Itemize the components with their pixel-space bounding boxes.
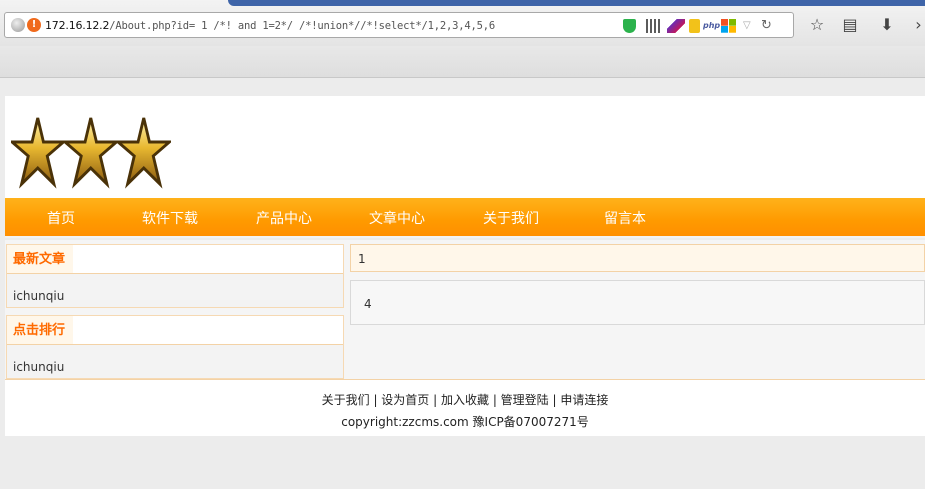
nav-item-guestbook[interactable]: 留言本: [604, 198, 646, 238]
nav-item-articles[interactable]: 文章中心: [369, 198, 425, 238]
footer-links: 关于我们 | 设为首页 | 加入收藏 | 管理登陆 | 申请连接: [5, 392, 925, 408]
nav-item-downloads[interactable]: 软件下载: [142, 198, 198, 238]
click-ranking-box: 点击排行 ichunqiu: [6, 315, 344, 379]
nav-item-home[interactable]: 首页: [47, 198, 75, 238]
reload-icon[interactable]: ↻: [761, 19, 775, 33]
shield-icon[interactable]: [623, 19, 636, 33]
star-icon: [11, 117, 68, 189]
globe-icon: [11, 18, 25, 32]
logo-stars: [11, 117, 171, 189]
overflow-icon[interactable]: ›: [912, 14, 925, 36]
click-ranking-title: 点击排行: [7, 316, 74, 344]
nav-item-about[interactable]: 关于我们: [483, 198, 539, 238]
footer-link-apply-link[interactable]: 申请连接: [560, 393, 608, 407]
star-icon: [114, 117, 171, 189]
bookmark-star-icon[interactable]: ☆: [806, 14, 828, 36]
footer-separator: |: [429, 393, 441, 407]
article-body-box: 4: [350, 280, 925, 325]
footer-copyright: copyright:zzcms.com 豫ICP备07007271号: [341, 415, 589, 429]
nav-item-products[interactable]: 产品中心: [256, 198, 312, 238]
url-host: 172.16.12.2: [45, 19, 110, 32]
latest-articles-box: 最新文章 ichunqiu: [6, 244, 344, 308]
url-text[interactable]: 172.16.12.2/About.php?id= 1 /*! and 1=2*…: [45, 18, 495, 34]
footer-link-set-homepage[interactable]: 设为首页: [381, 393, 429, 407]
list-item[interactable]: ichunqiu: [13, 357, 64, 377]
site-footer: 关于我们 | 设为首页 | 加入收藏 | 管理登陆 | 申请连接 copyrig…: [5, 379, 925, 436]
security-warning-icon[interactable]: !: [27, 18, 41, 32]
footer-separator: |: [369, 393, 382, 407]
qr-code-icon[interactable]: [646, 19, 660, 33]
article-title: 1: [358, 252, 366, 266]
latest-articles-header: 最新文章: [7, 245, 343, 274]
article-body: 4: [364, 297, 372, 311]
browser-toolbar: ! 172.16.12.2/About.php?id= 1 /*! and 1=…: [0, 0, 925, 46]
site-header: [5, 96, 925, 198]
footer-separator: |: [489, 393, 501, 407]
php-icon[interactable]: php: [703, 19, 720, 33]
feather-icon[interactable]: [667, 19, 685, 33]
lock-icon[interactable]: [689, 19, 700, 33]
footer-link-about[interactable]: 关于我们: [322, 393, 370, 407]
windows-icon[interactable]: [721, 19, 736, 33]
download-icon[interactable]: ⬇: [876, 14, 898, 36]
article-title-box: 1: [350, 244, 925, 272]
footer-link-add-favorite[interactable]: 加入收藏: [441, 393, 489, 407]
footer-link-admin-login[interactable]: 管理登陆: [501, 393, 549, 407]
list-item[interactable]: ichunqiu: [13, 286, 64, 306]
url-path: /About.php?id= 1 /*! and 1=2*/ /*!union*…: [109, 20, 495, 32]
url-bar[interactable]: ! 172.16.12.2/About.php?id= 1 /*! and 1=…: [4, 12, 794, 38]
chevron-down-icon[interactable]: ▽: [743, 19, 755, 33]
active-tab-strip: [228, 0, 925, 6]
click-ranking-header: 点击排行: [7, 316, 343, 345]
bookmarks-bar: [0, 46, 925, 78]
footer-separator: |: [548, 393, 561, 407]
star-icon: [61, 117, 121, 189]
reading-list-icon[interactable]: ▤: [839, 14, 861, 36]
latest-articles-title: 最新文章: [7, 245, 74, 273]
main-nav: 首页 软件下载 产品中心 文章中心 关于我们 留言本: [5, 198, 925, 238]
